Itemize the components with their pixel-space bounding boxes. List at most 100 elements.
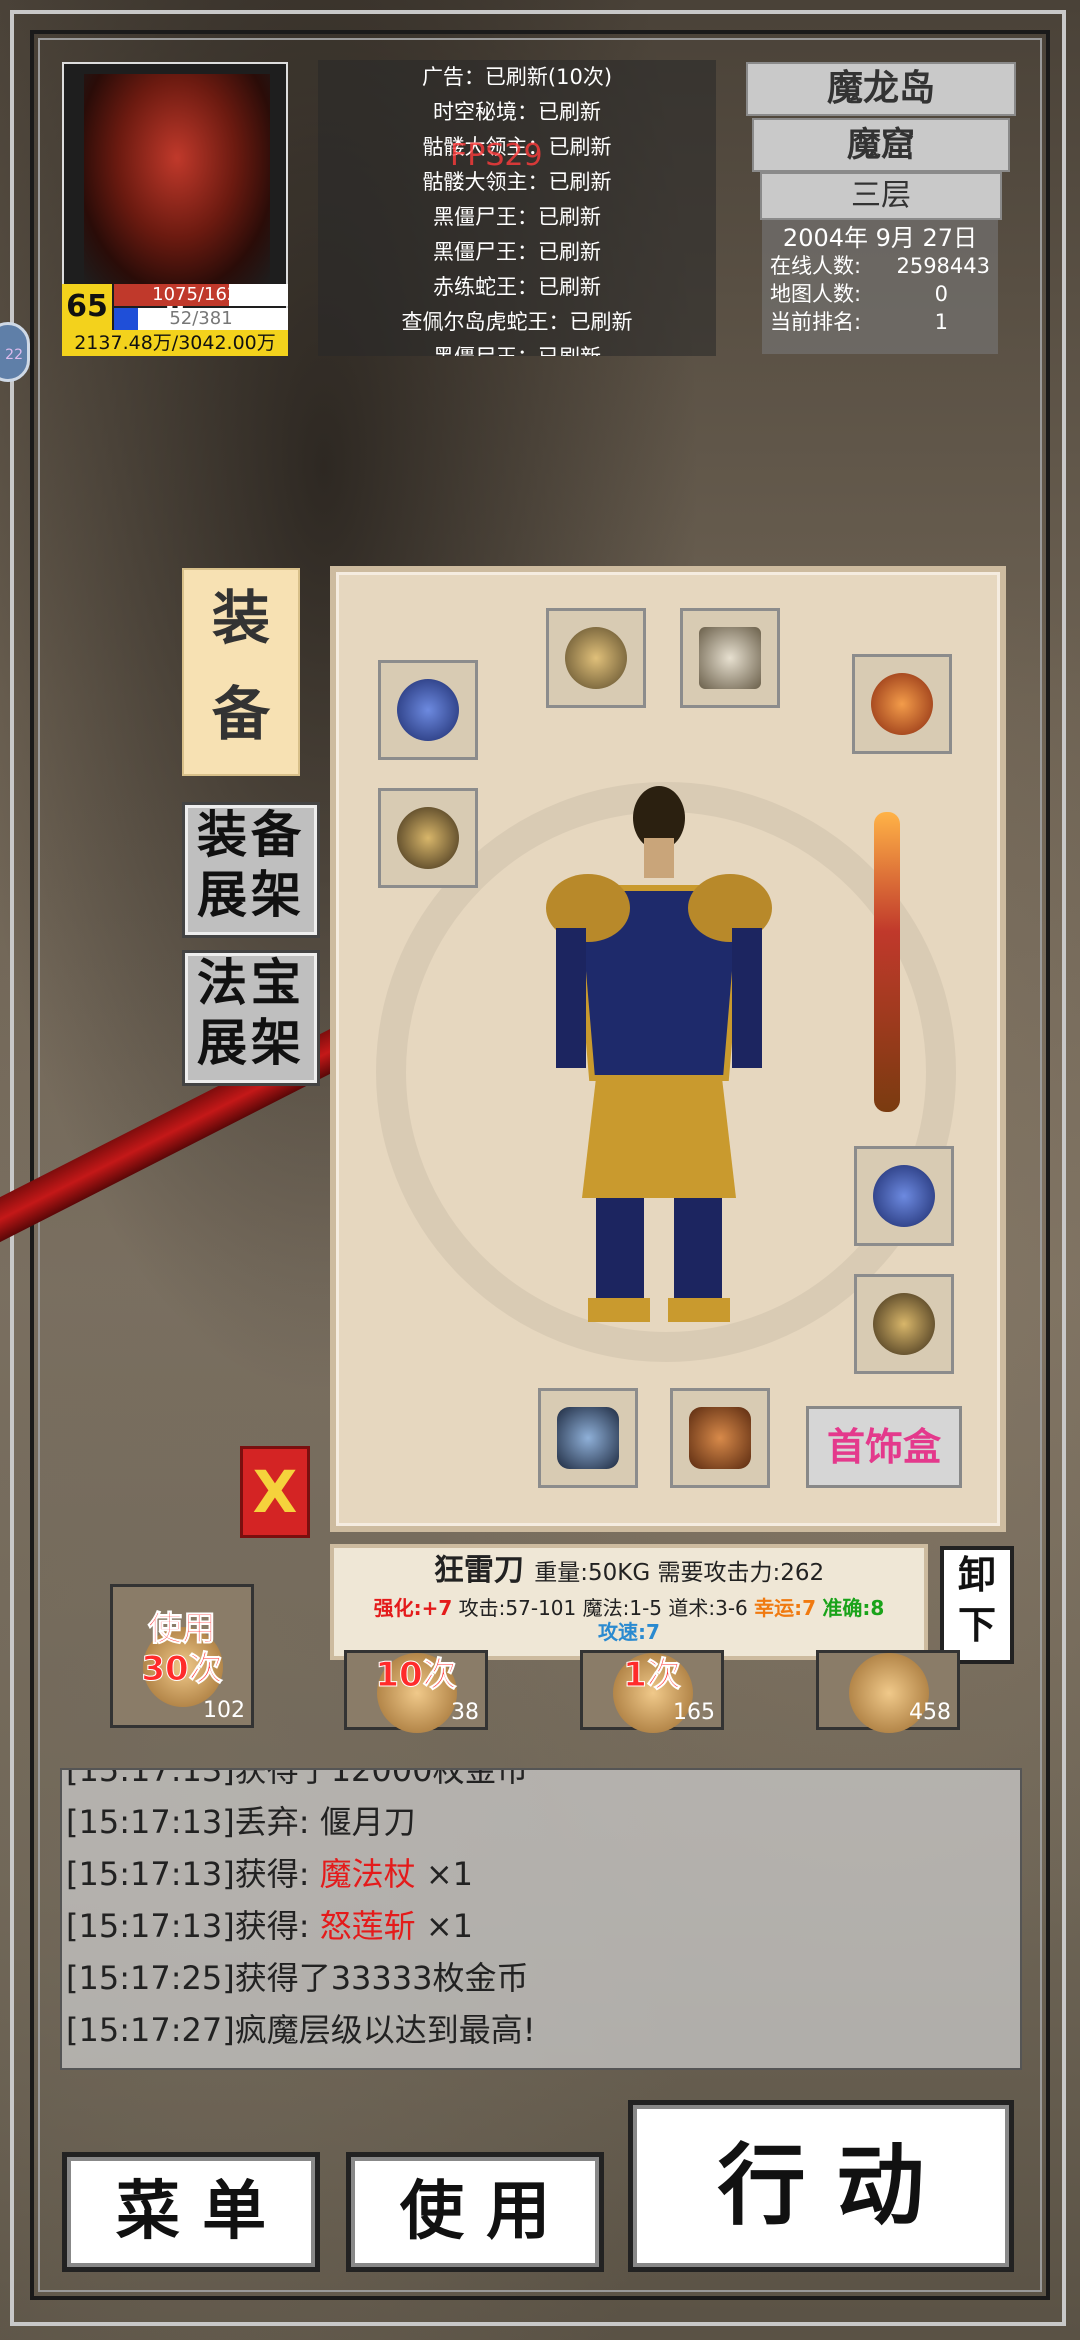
- quick-slot-2[interactable]: 10次 38: [344, 1650, 488, 1733]
- mp-fill: [114, 308, 139, 330]
- belt-icon: [557, 1407, 619, 1469]
- ring-icon: [397, 807, 459, 869]
- quick-slot-4[interactable]: 458: [816, 1650, 960, 1733]
- equipment-title: 装 备: [182, 568, 300, 776]
- notice-line: 广告：已刷新(10次): [421, 65, 613, 89]
- item-name: 狂雷刀: [433, 1553, 524, 1588]
- action-button[interactable]: 行 动: [628, 2100, 1014, 2272]
- server-info: 2004年 9月 27日 在线人数: 2598443 地图人数: 0 当前排名:…: [762, 220, 998, 354]
- item-speed: 攻速:7: [598, 1620, 660, 1644]
- log-line: [15:17:13]获得: 怒莲斩 ×1: [62, 1900, 1020, 1952]
- item-attack: 攻击:57-101: [458, 1596, 577, 1620]
- necklace-icon: [699, 627, 761, 689]
- equipment-title-top: 装: [211, 584, 270, 652]
- fps-counter: FPS29: [450, 138, 543, 173]
- side-notification-badge[interactable]: 22: [0, 322, 30, 382]
- quick-slot-label: 10次: [375, 1655, 457, 1696]
- log-line: [15:17:13]丢弃: 偃月刀: [62, 1796, 1020, 1848]
- helmet-icon: [565, 627, 627, 689]
- log-text: 获得:: [234, 1855, 320, 1893]
- unequip-label-1: 卸: [957, 1553, 996, 1597]
- unequip-label-2: 下: [957, 1603, 996, 1647]
- equipment-display-button[interactable]: 装备 展架: [182, 802, 320, 938]
- equipment-display-label-1: 装备: [197, 806, 305, 864]
- item-enhance: 强化:+7: [373, 1596, 453, 1620]
- quick-slot-count: 458: [909, 1700, 951, 1725]
- log-text: 获得:: [234, 1907, 320, 1945]
- area-name: 魔窟: [752, 118, 1010, 172]
- boots-slot[interactable]: [670, 1388, 770, 1488]
- quick-slot-label: 1次: [623, 1655, 682, 1696]
- quick-slot-count: 102: [203, 1698, 245, 1723]
- quick-slot-label-top: 使用: [148, 1609, 217, 1650]
- equipment-title-bottom: 备: [211, 680, 270, 748]
- log-text: 获得了33333枚金币: [234, 1959, 529, 1997]
- log-suffix: ×1: [415, 1855, 474, 1893]
- online-row: 在线人数: 2598443: [770, 252, 990, 280]
- ring-icon: [873, 1293, 935, 1355]
- item-info-panel: 狂雷刀 重量:50KG 需要攻击力:262 强化:+7 攻击:57-101 魔法…: [330, 1544, 928, 1660]
- close-button[interactable]: X: [240, 1446, 310, 1538]
- quick-slot-3[interactable]: 1次 165: [580, 1650, 724, 1733]
- item-accuracy: 准确:8: [822, 1596, 885, 1620]
- ring-slot-right[interactable]: [854, 1274, 954, 1374]
- log-text: 疯魔层级以达到最高!: [234, 2011, 536, 2049]
- item-magic: 魔法:1-5: [582, 1596, 663, 1620]
- mp-text: 52/381: [169, 308, 233, 329]
- player-level: 65: [62, 284, 112, 330]
- log-item: 怒莲斩: [319, 1907, 416, 1945]
- map-count-row: 地图人数: 0: [770, 280, 990, 308]
- log-line: [15:17:13]获得了12000枚金币: [62, 1768, 1020, 1796]
- treasure-display-button[interactable]: 法宝 展架: [182, 950, 320, 1086]
- message-log[interactable]: [15:17:13]获得了12000枚金币 [15:17:13]丢弃: 偃月刀 …: [60, 1768, 1022, 2070]
- menu-button[interactable]: 菜 单: [62, 2152, 320, 2272]
- log-line: [15:17:13]获得: 魔法杖 ×1: [62, 1848, 1020, 1900]
- medal-icon: [871, 673, 933, 735]
- exp-text: 2137.48万/3042.00万: [62, 330, 288, 356]
- notice-line: 黑僵尸王：已刷新: [433, 240, 601, 264]
- quick-slot-count: 38: [451, 1700, 479, 1725]
- notice-line: 时空秘境：已刷新: [433, 100, 601, 124]
- bracelet-icon: [397, 679, 459, 741]
- log-text: 丢弃: 偃月刀: [234, 1803, 416, 1841]
- item-stats-row: 强化:+7 攻击:57-101 魔法:1-5 道术:3-6 幸运:7 准确:8: [334, 1596, 924, 1620]
- log-line: [15:17:27]疯魔层级以达到最高!: [62, 2004, 1020, 2056]
- notice-line: 黑僵尸王：已刷新: [433, 205, 601, 229]
- map-count: 0: [934, 282, 948, 306]
- online-label: 在线人数:: [770, 254, 862, 278]
- item-luck: 幸运:7: [754, 1596, 817, 1620]
- use-button[interactable]: 使 用: [346, 2152, 604, 2272]
- medal-slot[interactable]: [852, 654, 952, 754]
- log-line: [15:17:25]获得了33333枚金币: [62, 1952, 1020, 2004]
- quick-slot-label: 使用 30次: [113, 1609, 251, 1690]
- bracelet-slot-right[interactable]: [854, 1146, 954, 1246]
- jewelry-box-button[interactable]: 首饰盒: [806, 1406, 962, 1488]
- flame-staff-weapon[interactable]: [874, 812, 900, 1112]
- bracelet-icon: [873, 1165, 935, 1227]
- helmet-slot[interactable]: [546, 608, 646, 708]
- log-time: [15:17:13]: [66, 1907, 235, 1945]
- rank-value: 1: [934, 310, 948, 334]
- quick-slot-1[interactable]: 使用 30次 102: [110, 1584, 254, 1728]
- online-count: 2598443: [896, 254, 990, 278]
- game-date: 2004年 9月 27日: [782, 224, 978, 252]
- boots-icon: [689, 1407, 751, 1469]
- floor-name: 三层: [760, 172, 1002, 220]
- belt-slot[interactable]: [538, 1388, 638, 1488]
- ring-slot-left[interactable]: [378, 788, 478, 888]
- warrior-avatar: [84, 74, 270, 284]
- bracelet-slot-left[interactable]: [378, 660, 478, 760]
- treasure-display-label-1: 法宝: [197, 954, 305, 1012]
- log-time: [15:17:25]: [66, 1959, 235, 1997]
- log-time: [15:17:13]: [66, 1803, 235, 1841]
- armored-warrior-figure: [546, 786, 772, 1322]
- item-meta: 重量:50KG 需要攻击力:262: [534, 1560, 825, 1586]
- log-time: [15:17:13]: [66, 1768, 235, 1789]
- item-title-row: 狂雷刀 重量:50KG 需要攻击力:262: [334, 1548, 924, 1596]
- rank-label: 当前排名:: [770, 310, 862, 334]
- unequip-button[interactable]: 卸 下: [940, 1546, 1014, 1664]
- quick-slot-count: 165: [673, 1700, 715, 1725]
- item-tao: 道术:3-6: [668, 1596, 748, 1620]
- map-name: 魔龙岛: [746, 62, 1016, 116]
- necklace-slot[interactable]: [680, 608, 780, 708]
